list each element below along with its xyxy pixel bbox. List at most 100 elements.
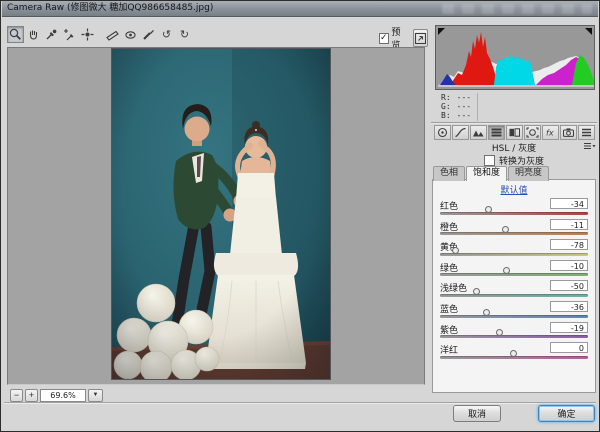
- slider-orange-label: 橙色: [440, 220, 458, 233]
- slider-blue-thumb[interactable]: [483, 309, 490, 316]
- camera-calibration-tab-icon: [562, 127, 575, 138]
- slider-purple-thumb[interactable]: [496, 329, 503, 336]
- slider-red-track[interactable]: [440, 212, 588, 215]
- tab-hsl-grayscale[interactable]: [488, 125, 505, 140]
- detail-tab-icon: [472, 127, 485, 138]
- white-balance-eyedropper-icon: [44, 27, 59, 42]
- subtab-saturation[interactable]: 饱和度: [466, 166, 507, 181]
- r-channel-label: R:: [441, 93, 451, 102]
- slider-blue-label: 蓝色: [440, 302, 458, 315]
- photo-canvas[interactable]: [111, 48, 331, 380]
- lens-corrections-tab-icon: [526, 127, 539, 138]
- svg-text:fx: fx: [546, 129, 554, 138]
- convert-grayscale-label: 转换为灰度: [499, 154, 544, 167]
- slider-magenta-label: 洋红: [440, 343, 458, 356]
- zoom-out-button[interactable]: −: [10, 389, 23, 402]
- slider-blue-value[interactable]: -36: [550, 301, 588, 312]
- slider-orange: 橙色 -11: [440, 219, 588, 240]
- slider-aqua-thumb[interactable]: [473, 288, 480, 295]
- default-values-link[interactable]: 默认值: [433, 183, 595, 196]
- slider-yellow-thumb[interactable]: [452, 247, 459, 254]
- rotate-right-button[interactable]: ↻: [176, 26, 193, 43]
- zoom-level-value[interactable]: 69.6%: [40, 389, 86, 402]
- tab-split-toning[interactable]: [506, 125, 523, 140]
- tab-lens-corrections[interactable]: [524, 125, 541, 140]
- cancel-button[interactable]: 取消: [453, 405, 501, 422]
- slider-yellow-track[interactable]: [440, 253, 588, 256]
- r-channel-value: ---: [457, 93, 471, 102]
- slider-red-thumb[interactable]: [485, 206, 492, 213]
- hand-tool-button[interactable]: [25, 26, 42, 43]
- slider-purple-track[interactable]: [440, 335, 588, 338]
- tab-presets[interactable]: [578, 125, 595, 140]
- footer-separator: [4, 402, 596, 404]
- slider-aqua-label: 浅绿色: [440, 281, 467, 294]
- slider-red-value[interactable]: -34: [550, 198, 588, 209]
- tab-effects[interactable]: fx: [542, 125, 559, 140]
- tab-basic[interactable]: [434, 125, 451, 140]
- panel-tab-strip: fx: [434, 125, 595, 140]
- rotate-right-icon: ↻: [180, 28, 189, 41]
- zoom-tool-button[interactable]: [7, 26, 24, 43]
- titlebar[interactable]: Camera Raw (修图微大 糖加QQ986658485.jpg): [2, 1, 598, 17]
- slider-magenta: 洋红 0: [440, 342, 588, 363]
- slider-green-value[interactable]: -10: [550, 260, 588, 271]
- hsl-subtabs: 色相 饱和度 明亮度: [433, 166, 550, 181]
- hand-tool-icon: [26, 27, 41, 42]
- tab-detail[interactable]: [470, 125, 487, 140]
- subtab-luminance[interactable]: 明亮度: [508, 166, 549, 181]
- titlebar-watermark: [442, 4, 592, 14]
- slider-yellow-value[interactable]: -78: [550, 239, 588, 250]
- slider-purple-value[interactable]: -19: [550, 322, 588, 333]
- slider-magenta-thumb[interactable]: [510, 350, 517, 357]
- histogram-graph: [438, 29, 594, 87]
- b-channel-value: ---: [457, 111, 471, 120]
- slider-green-track[interactable]: [440, 273, 588, 276]
- red-eye-tool-button[interactable]: [122, 26, 139, 43]
- b-channel-label: B:: [441, 111, 451, 120]
- targeted-adjustment-icon: [80, 27, 95, 42]
- zoom-tool-icon: [8, 27, 23, 42]
- slider-orange-value[interactable]: -11: [550, 219, 588, 230]
- panel-title: HSL / 灰度: [431, 141, 597, 152]
- color-sampler-icon: [62, 27, 77, 42]
- slider-purple: 紫色 -19: [440, 322, 588, 343]
- fullscreen-toggle-icon: [414, 32, 427, 45]
- fullscreen-toggle-button[interactable]: [413, 29, 428, 47]
- subtab-hue[interactable]: 色相: [433, 166, 465, 181]
- panel-menu-icon[interactable]: [583, 142, 596, 151]
- rotate-left-button[interactable]: ↺: [158, 26, 175, 43]
- histogram[interactable]: [435, 25, 595, 90]
- tab-camera-calibration[interactable]: [560, 125, 577, 140]
- slider-orange-track[interactable]: [440, 232, 588, 235]
- tab-tone-curve[interactable]: [452, 125, 469, 140]
- slider-green-thumb[interactable]: [503, 267, 510, 274]
- red-eye-tool-icon: [123, 27, 138, 42]
- slider-magenta-value[interactable]: 0: [550, 342, 588, 353]
- ok-button[interactable]: 确定: [538, 405, 595, 422]
- window-title: Camera Raw (修图微大 糖加QQ986658485.jpg): [7, 3, 213, 13]
- tone-curve-tab-icon: [454, 127, 467, 138]
- slider-orange-thumb[interactable]: [502, 226, 509, 233]
- g-channel-label: G:: [441, 102, 451, 111]
- targeted-adjustment-tool-button[interactable]: [79, 26, 96, 43]
- panel-separator: [431, 122, 597, 124]
- slider-magenta-track[interactable]: [440, 356, 588, 359]
- straighten-tool-button[interactable]: [104, 26, 121, 43]
- slider-red: 红色 -34: [440, 198, 588, 219]
- zoom-in-button[interactable]: +: [25, 389, 38, 402]
- image-preview-area[interactable]: [7, 47, 425, 385]
- slider-aqua-value[interactable]: -50: [550, 280, 588, 291]
- white-balance-tool-button[interactable]: [43, 26, 60, 43]
- rgb-readout: R:--- G:--- B:---: [441, 93, 591, 121]
- color-sampler-tool-button[interactable]: [61, 26, 78, 43]
- slider-blue-track[interactable]: [440, 315, 588, 318]
- zoom-level-dropdown-button[interactable]: ▼: [88, 389, 103, 402]
- wedding-photo: [112, 49, 330, 379]
- adjustment-brush-tool-button[interactable]: [140, 26, 157, 43]
- camera-raw-dialog: Camera Raw (修图微大 糖加QQ986658485.jpg): [0, 0, 600, 432]
- presets-tab-icon: [580, 127, 593, 138]
- convert-grayscale-checkbox[interactable]: [484, 155, 495, 166]
- slider-aqua-track[interactable]: [440, 294, 588, 297]
- preview-checkbox[interactable]: ✓: [379, 33, 389, 44]
